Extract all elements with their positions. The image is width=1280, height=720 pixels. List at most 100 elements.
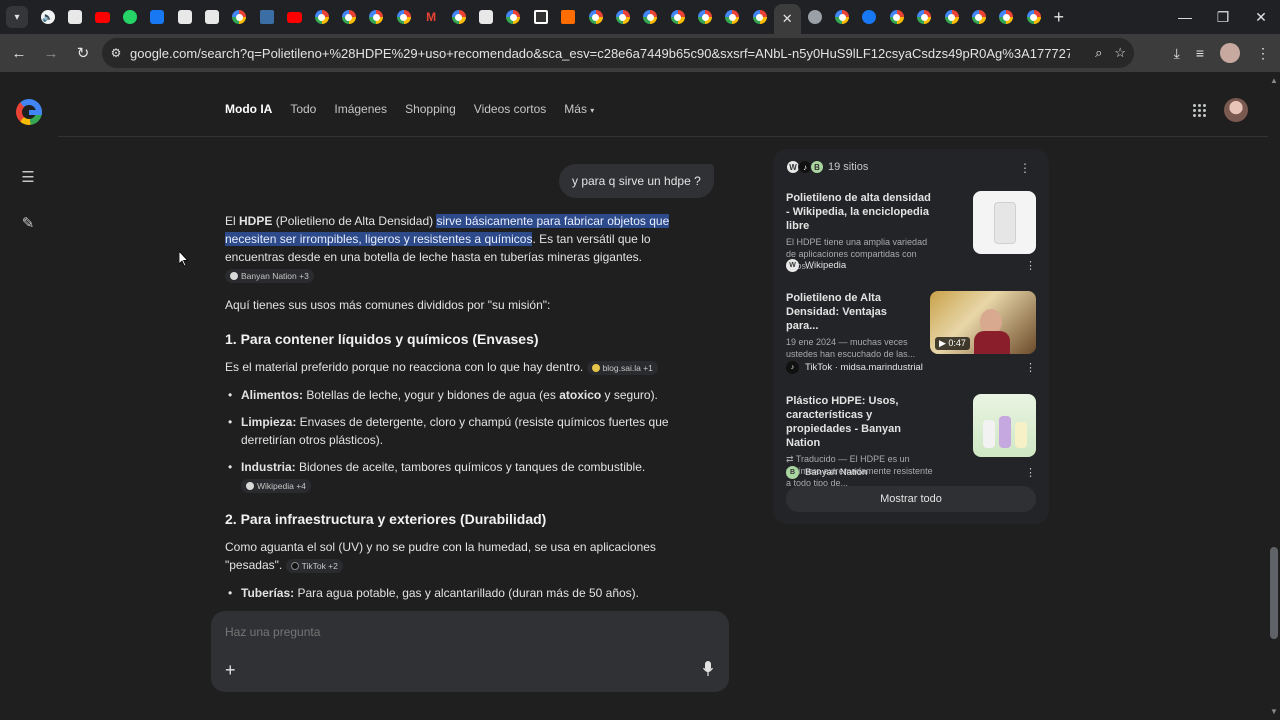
- new-chat-icon[interactable]: ✎: [19, 214, 37, 232]
- tab-shopping[interactable]: Shopping: [405, 102, 456, 116]
- tab[interactable]: [390, 3, 417, 31]
- tab-mas[interactable]: Más ▾: [564, 102, 594, 116]
- google-icon: [1026, 10, 1041, 24]
- back-icon[interactable]: ←: [4, 38, 34, 68]
- add-attachment-icon[interactable]: +: [225, 660, 236, 681]
- tab[interactable]: [691, 3, 718, 31]
- tab[interactable]: [445, 3, 472, 31]
- tab[interactable]: [144, 3, 171, 31]
- microphone-icon[interactable]: [703, 661, 713, 677]
- tab[interactable]: [554, 3, 581, 31]
- tab[interactable]: [664, 3, 691, 31]
- profile-avatar[interactable]: [1220, 43, 1240, 63]
- tab[interactable]: [198, 3, 225, 31]
- scroll-thumb[interactable]: [1270, 547, 1278, 639]
- close-tab-icon[interactable]: ✕: [782, 11, 793, 27]
- source-title[interactable]: Polietileno de Alta Densidad: Ventajas p…: [786, 291, 920, 333]
- scroll-down-icon[interactable]: ▼: [1270, 707, 1278, 716]
- tab[interactable]: [719, 3, 746, 31]
- forward-icon[interactable]: →: [36, 38, 66, 68]
- scroll-up-icon[interactable]: ▲: [1270, 76, 1278, 85]
- media-icon[interactable]: ≡: [1196, 45, 1204, 61]
- site-settings-icon[interactable]: ⚙: [102, 46, 130, 60]
- account-avatar[interactable]: [1224, 98, 1248, 122]
- tab-videos-cortos[interactable]: Videos cortos: [474, 102, 547, 116]
- tab[interactable]: [938, 3, 965, 31]
- tab[interactable]: [801, 3, 828, 31]
- tab[interactable]: [61, 3, 88, 31]
- tab[interactable]: [472, 3, 499, 31]
- tab[interactable]: [911, 3, 938, 31]
- tab[interactable]: [527, 3, 554, 31]
- source-more-icon[interactable]: ⋮: [1025, 361, 1036, 374]
- intro-text: (Polietileno de Alta Densidad): [272, 214, 437, 228]
- page-scrollbar[interactable]: ▲ ▼: [1268, 72, 1280, 720]
- address-bar[interactable]: ⚙ google.com/search?q=Polietileno+%28HDP…: [102, 38, 1134, 68]
- sources-header[interactable]: W ♪ B 19 sitios: [786, 160, 868, 174]
- bookmark-star-icon[interactable]: ☆: [1114, 45, 1126, 61]
- url-text[interactable]: google.com/search?q=Polietileno+%28HDPE%…: [130, 46, 1070, 61]
- ask-input[interactable]: [225, 625, 645, 639]
- tab[interactable]: [116, 3, 143, 31]
- minimize-icon[interactable]: —: [1166, 0, 1204, 34]
- close-window-icon[interactable]: ✕: [1242, 0, 1280, 34]
- source-card[interactable]: Polietileno de alta densidad - Wikipedia…: [786, 191, 1036, 272]
- source-chip[interactable]: Banyan Nation +3: [225, 268, 314, 283]
- tab[interactable]: [226, 3, 253, 31]
- source-title[interactable]: Plástico HDPE: Usos, características y p…: [786, 394, 936, 450]
- source-card[interactable]: Polietileno de Alta Densidad: Ventajas p…: [786, 291, 1036, 374]
- section-text: Es el material preferido porque no reacc…: [225, 360, 584, 374]
- source-chip[interactable]: Wikipedia +4: [241, 478, 311, 493]
- tab[interactable]: [363, 3, 390, 31]
- tab-todo[interactable]: Todo: [290, 102, 316, 116]
- tab[interactable]: [582, 3, 609, 31]
- source-thumbnail[interactable]: [973, 394, 1036, 457]
- tab[interactable]: [253, 3, 280, 31]
- chatgpt-icon: [478, 10, 493, 24]
- show-all-button[interactable]: Mostrar todo: [786, 486, 1036, 512]
- tab[interactable]: 🔈: [34, 3, 61, 31]
- new-tab-icon[interactable]: +: [1053, 7, 1064, 28]
- source-more-icon[interactable]: ⋮: [1025, 466, 1036, 479]
- ai-answer: El HDPE (Polietileno de Alta Densidad) s…: [225, 212, 690, 611]
- menu-icon[interactable]: ⋮: [1256, 45, 1270, 62]
- reload-icon[interactable]: ↻: [68, 38, 98, 68]
- google-logo[interactable]: [16, 99, 42, 125]
- tab[interactable]: [281, 3, 308, 31]
- tab[interactable]: [637, 3, 664, 31]
- history-list-icon[interactable]: ☰: [19, 168, 37, 186]
- tab[interactable]: [609, 3, 636, 31]
- tab[interactable]: [965, 3, 992, 31]
- sources-more-icon[interactable]: ⋮: [1019, 161, 1031, 175]
- source-chip[interactable]: TikTok +2: [285, 558, 343, 573]
- tab[interactable]: [335, 3, 362, 31]
- tab[interactable]: [500, 3, 527, 31]
- tab-active[interactable]: ✕: [773, 4, 801, 34]
- tab[interactable]: M: [417, 3, 444, 31]
- maximize-icon[interactable]: ❐: [1204, 0, 1242, 34]
- source-more-icon[interactable]: ⋮: [1025, 259, 1036, 272]
- apps-grid-icon[interactable]: [1193, 103, 1206, 117]
- source-thumbnail[interactable]: [973, 191, 1036, 254]
- tab-search-button[interactable]: ▾: [6, 6, 28, 28]
- tab[interactable]: [828, 3, 855, 31]
- video-thumbnail[interactable]: ▶ 0:47: [930, 291, 1036, 354]
- tab[interactable]: [746, 3, 773, 31]
- site-icon: ♪: [786, 361, 799, 374]
- tab[interactable]: [993, 3, 1020, 31]
- tab[interactable]: [1020, 3, 1047, 31]
- source-card[interactable]: Plástico HDPE: Usos, características y p…: [786, 394, 1036, 488]
- download-icon[interactable]: ⤓: [1174, 45, 1180, 62]
- intro-bold: HDPE: [239, 214, 273, 228]
- chatgpt-icon: [177, 10, 192, 24]
- source-chip[interactable]: blog.sai.la +1: [586, 360, 658, 375]
- tab[interactable]: [89, 3, 116, 31]
- source-title[interactable]: Polietileno de alta densidad - Wikipedia…: [786, 191, 936, 233]
- tab[interactable]: [171, 3, 198, 31]
- search-lens-icon[interactable]: ⌕: [1095, 45, 1102, 61]
- tab[interactable]: [883, 3, 910, 31]
- tab-imagenes[interactable]: Imágenes: [334, 102, 387, 116]
- tab[interactable]: [308, 3, 335, 31]
- tab-modo-ia[interactable]: Modo IA: [225, 102, 272, 116]
- tab[interactable]: [856, 3, 883, 31]
